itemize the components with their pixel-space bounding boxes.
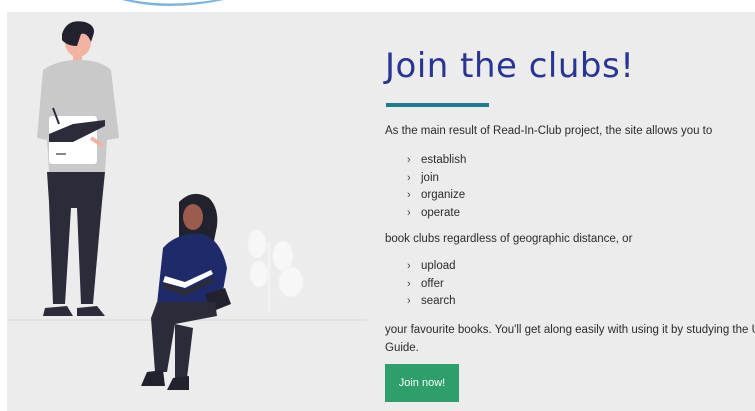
chevron-right-icon: › [407,189,411,201]
reading-people-illustration [37,21,304,390]
sitting-person [141,193,231,390]
book-actions-list: › upload › offer › search [407,258,456,311]
chevron-right-icon: › [407,154,411,166]
top-strip [0,0,755,12]
hero-content: Join the clubs! As the main result of Re… [385,12,755,411]
join-now-button[interactable]: Join now! [385,364,459,402]
club-actions-list: › establish › join › organize › operate [407,152,466,222]
standing-person [37,21,119,316]
list-item: › join [407,170,466,188]
chevron-right-icon: › [407,295,411,307]
list-item: › organize [407,187,466,205]
logo-fragment [122,0,224,6]
chevron-right-icon: › [407,277,411,290]
title-underline [386,103,489,107]
list-item: › operate [407,205,466,223]
middle-text: book clubs regardless of geographic dist… [385,233,633,245]
page-title: Join the clubs! [385,46,635,86]
list-item: › upload [407,258,456,276]
chevron-right-icon: › [407,171,411,184]
intro-text: As the main result of Read-In-Club proje… [385,125,713,137]
outro-line-1: your favourite books. You'll get along e… [385,324,755,336]
outro-text: your favourite books. You'll get along e… [385,321,755,357]
list-item: › search [407,293,456,311]
hero-panel: Join the clubs! As the main result of Re… [7,12,755,411]
outro-line-2: Guide. [385,342,419,354]
chevron-right-icon: › [407,260,411,272]
chevron-right-icon: › [407,206,411,219]
list-item: › offer [407,276,456,294]
list-item: › establish [407,152,466,170]
plant-decoration [247,229,304,312]
